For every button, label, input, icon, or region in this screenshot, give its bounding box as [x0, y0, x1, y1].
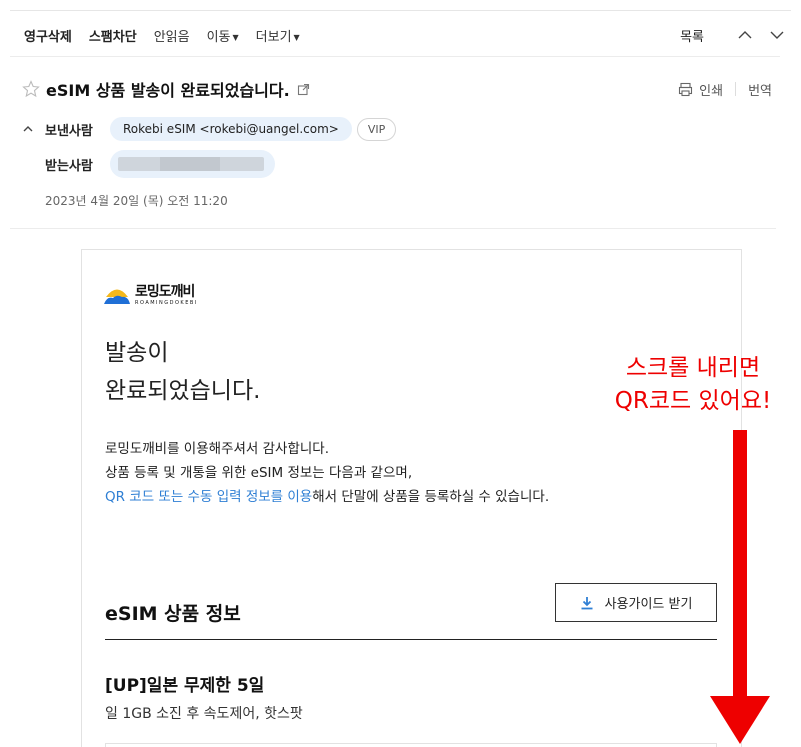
recipient-chip-redacted[interactable] — [110, 150, 275, 178]
intro-text: 로밍도깨비를 이용해주셔서 감사합니다. 상품 등록 및 개통을 위한 eSIM… — [105, 437, 549, 509]
brand-logo: 로밍도깨비 ROAMINGDOKEBI — [104, 280, 198, 310]
subject-actions: 인쇄 번역 — [678, 80, 772, 99]
caret-down-icon: ▼ — [293, 32, 300, 42]
block-spam-button[interactable]: 스팸차단 — [89, 26, 137, 45]
qr-info-link[interactable]: QR 코드 또는 수동 입력 정보를 이용 — [105, 489, 312, 505]
chevron-up-icon[interactable] — [22, 123, 34, 135]
caret-down-icon: ▼ — [232, 32, 239, 42]
star-icon[interactable] — [22, 80, 40, 98]
translate-button[interactable]: 번역 — [748, 80, 772, 99]
logo-subtitle: ROAMINGDOKEBI — [135, 299, 198, 306]
mark-unread-button[interactable]: 안읽음 — [154, 26, 190, 45]
scroll-hint-annotation: 스크롤 내리면 QR코드 있어요! — [598, 352, 788, 418]
chevron-down-icon[interactable] — [768, 26, 786, 44]
header-divider — [10, 228, 776, 229]
intro-line: 상품 등록 및 개통을 위한 eSIM 정보는 다음과 같으며, — [105, 465, 413, 481]
product-description: 일 1GB 소진 후 속도제어, 핫스팟 — [105, 706, 303, 722]
toolbar-divider — [10, 56, 780, 57]
intro-line: 로밍도깨비를 이용해주셔서 감사합니다. — [105, 441, 330, 457]
download-guide-label: 사용가이드 받기 — [604, 597, 693, 612]
print-label: 인쇄 — [699, 83, 724, 99]
print-icon — [679, 82, 693, 96]
scroll-down-arrow-icon — [710, 430, 770, 744]
more-menu-button[interactable]: 더보기 ▼ — [256, 26, 300, 45]
more-label: 더보기 — [255, 29, 292, 45]
download-icon — [581, 596, 593, 609]
chevron-up-icon[interactable] — [736, 26, 754, 44]
move-menu-button[interactable]: 이동 ▼ — [207, 26, 239, 45]
headline-line: 완료되었습니다. — [105, 378, 261, 404]
headline: 발송이 완료되었습니다. — [105, 334, 260, 410]
headline-line: 발송이 — [105, 340, 169, 366]
intro-line-rest: 해서 단말에 상품을 등록하실 수 있습니다. — [312, 489, 550, 505]
mail-toolbar: 영구삭제 스팸차단 안읽음 이동 ▼ 더보기 ▼ 목록 — [24, 24, 786, 46]
logo-wordmark: 로밍도깨비 ROAMINGDOKEBI — [135, 283, 198, 306]
annotation-line: QR코드 있어요! — [614, 388, 772, 414]
annotation-line: 스크롤 내리면 — [625, 355, 761, 381]
esim-info-section: eSIM 상품 정보 사용가이드 받기 — [105, 582, 717, 640]
subject-row: eSIM 상품 발송이 완료되었습니다. 인쇄 번역 — [22, 76, 772, 102]
sender-row: 보낸사람 Rokebi eSIM <rokebi@uangel.com> VIP — [22, 115, 397, 143]
mail-subject: eSIM 상품 발송이 완료되었습니다. — [46, 81, 290, 100]
print-button[interactable]: 인쇄 — [678, 80, 723, 99]
mail-body: 로밍도깨비 ROAMINGDOKEBI 발송이 완료되었습니다. 로밍도깨비를 … — [81, 249, 742, 747]
move-label: 이동 — [206, 29, 231, 45]
sender-chip[interactable]: Rokebi eSIM <rokebi@uangel.com> — [110, 117, 352, 141]
sender-label: 보낸사람 — [45, 123, 93, 139]
external-link-icon[interactable] — [297, 83, 310, 96]
intro-line: QR 코드 또는 수동 입력 정보를 이용해서 단말에 상품을 등록하실 수 있… — [105, 485, 549, 509]
recipient-row: 받는사람 — [45, 150, 275, 178]
redaction-block — [160, 157, 220, 171]
product-detail-box — [105, 743, 717, 747]
logo-name: 로밍도깨비 — [135, 283, 195, 300]
toolbar-right: 목록 — [680, 26, 786, 45]
top-border — [10, 10, 791, 11]
list-button[interactable]: 목록 — [680, 26, 704, 45]
action-divider — [735, 82, 737, 96]
vip-button[interactable]: VIP — [356, 117, 397, 141]
recipient-label: 받는사람 — [45, 158, 93, 174]
download-guide-button[interactable]: 사용가이드 받기 — [555, 583, 717, 622]
section-title: eSIM 상품 정보 — [105, 603, 241, 625]
archive-button[interactable]: 영구삭제 — [24, 26, 72, 45]
product-name: [UP]일본 무제한 5일 — [105, 676, 265, 696]
mail-date: 2023년 4월 20일 (목) 오전 11:20 — [45, 194, 228, 208]
logo-icon — [104, 289, 130, 304]
